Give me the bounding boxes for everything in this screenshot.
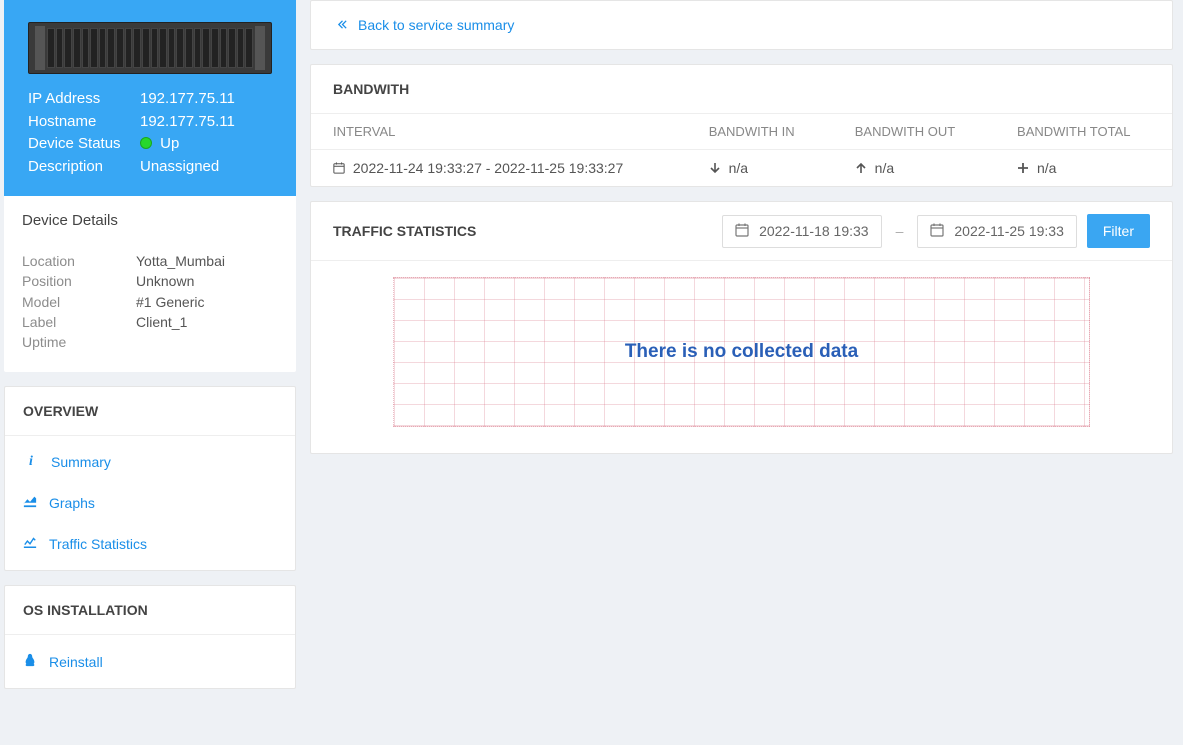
- nav-traffic[interactable]: Traffic Statistics: [5, 523, 295, 564]
- device-details-title: Device Details: [22, 212, 278, 229]
- calendar-icon: [735, 223, 749, 240]
- nav-summary[interactable]: i Summary: [5, 442, 295, 482]
- nav-graphs[interactable]: Graphs: [5, 482, 295, 523]
- device-hostname-value: 192.177.75.11: [140, 111, 235, 134]
- line-chart-icon: [23, 535, 37, 552]
- bw-col-out: BANDWITH OUT: [833, 114, 995, 150]
- overview-title: OVERVIEW: [5, 387, 295, 436]
- date-from-input[interactable]: 2022-11-18 19:33: [722, 215, 882, 248]
- date-to-value: 2022-11-25 19:33: [954, 223, 1064, 239]
- device-desc-row: Description Unassigned: [28, 156, 272, 179]
- nav-graphs-label: Graphs: [49, 495, 95, 511]
- bw-in-value: n/a: [729, 160, 748, 176]
- bw-col-total: BANDWITH TOTAL: [995, 114, 1172, 150]
- linux-icon: [23, 653, 37, 670]
- back-link-label: Back to service summary: [358, 17, 514, 33]
- server-bezel-image: [28, 22, 272, 74]
- calendar-icon: [333, 160, 353, 176]
- detail-model-label: Model: [22, 292, 136, 312]
- osinstall-panel: OS INSTALLATION Reinstall: [4, 585, 296, 689]
- area-chart-icon: [23, 494, 37, 511]
- detail-label-label: Label: [22, 312, 136, 332]
- table-row: 2022-11-24 19:33:27 - 2022-11-25 19:33:2…: [311, 150, 1172, 187]
- device-status-label: Device Status: [28, 133, 140, 156]
- detail-model-value: #1 Generic: [136, 292, 204, 312]
- nav-summary-label: Summary: [51, 454, 111, 470]
- chart-empty-message: There is no collected data: [394, 278, 1089, 426]
- device-desc-value: Unassigned: [140, 156, 219, 179]
- traffic-stats-title: TRAFFIC STATISTICS: [333, 223, 712, 239]
- info-icon: i: [23, 454, 39, 470]
- nav-reinstall-label: Reinstall: [49, 654, 103, 670]
- status-up-icon: [140, 137, 152, 149]
- device-hostname-row: Hostname 192.177.75.11: [28, 111, 272, 134]
- bandwidth-title: BANDWITH: [311, 65, 1172, 113]
- detail-uptime-label: Uptime: [22, 332, 136, 352]
- bw-col-in: BANDWITH IN: [687, 114, 833, 150]
- filter-button[interactable]: Filter: [1087, 214, 1150, 248]
- device-status-row: Device Status Up: [28, 133, 272, 156]
- date-from-value: 2022-11-18 19:33: [759, 223, 869, 239]
- back-to-summary-link[interactable]: Back to service summary: [310, 0, 1173, 50]
- chevron-double-left-icon: [337, 17, 348, 33]
- bw-col-interval: INTERVAL: [311, 114, 687, 150]
- date-to-input[interactable]: 2022-11-25 19:33: [917, 215, 1077, 248]
- arrow-up-icon: [855, 160, 875, 176]
- nav-traffic-label: Traffic Statistics: [49, 536, 147, 552]
- detail-position-label: Position: [22, 271, 136, 291]
- calendar-icon: [930, 223, 944, 240]
- bandwidth-panel: BANDWITH INTERVAL BANDWITH IN BANDWITH O…: [310, 64, 1173, 187]
- bw-interval-value: 2022-11-24 19:33:27 - 2022-11-25 19:33:2…: [353, 160, 623, 176]
- device-details-panel: Device Details LocationYotta_Mumbai Posi…: [4, 196, 296, 372]
- device-ip-row: IP Address 192.177.75.11: [28, 88, 272, 111]
- detail-location-value: Yotta_Mumbai: [136, 251, 225, 271]
- osinstall-title: OS INSTALLATION: [5, 586, 295, 635]
- bw-total-value: n/a: [1037, 160, 1056, 176]
- detail-label-value: Client_1: [136, 312, 187, 332]
- detail-location-label: Location: [22, 251, 136, 271]
- device-hostname-label: Hostname: [28, 111, 140, 134]
- nav-reinstall[interactable]: Reinstall: [5, 641, 295, 682]
- traffic-chart: There is no collected data: [393, 277, 1090, 427]
- device-desc-label: Description: [28, 156, 140, 179]
- detail-position-value: Unknown: [136, 271, 194, 291]
- device-ip-label: IP Address: [28, 88, 140, 111]
- bw-out-value: n/a: [875, 160, 894, 176]
- traffic-stats-panel: TRAFFIC STATISTICS 2022-11-18 19:33 – 20…: [310, 201, 1173, 454]
- arrow-down-icon: [709, 160, 729, 176]
- device-status-value: Up: [160, 135, 179, 152]
- date-range-separator: –: [892, 223, 908, 239]
- overview-panel: OVERVIEW i Summary Graphs Traffic Stat: [4, 386, 296, 571]
- device-ip-value: 192.177.75.11: [140, 88, 235, 111]
- device-card: IP Address 192.177.75.11 Hostname 192.17…: [4, 0, 296, 196]
- plus-icon: [1017, 160, 1037, 176]
